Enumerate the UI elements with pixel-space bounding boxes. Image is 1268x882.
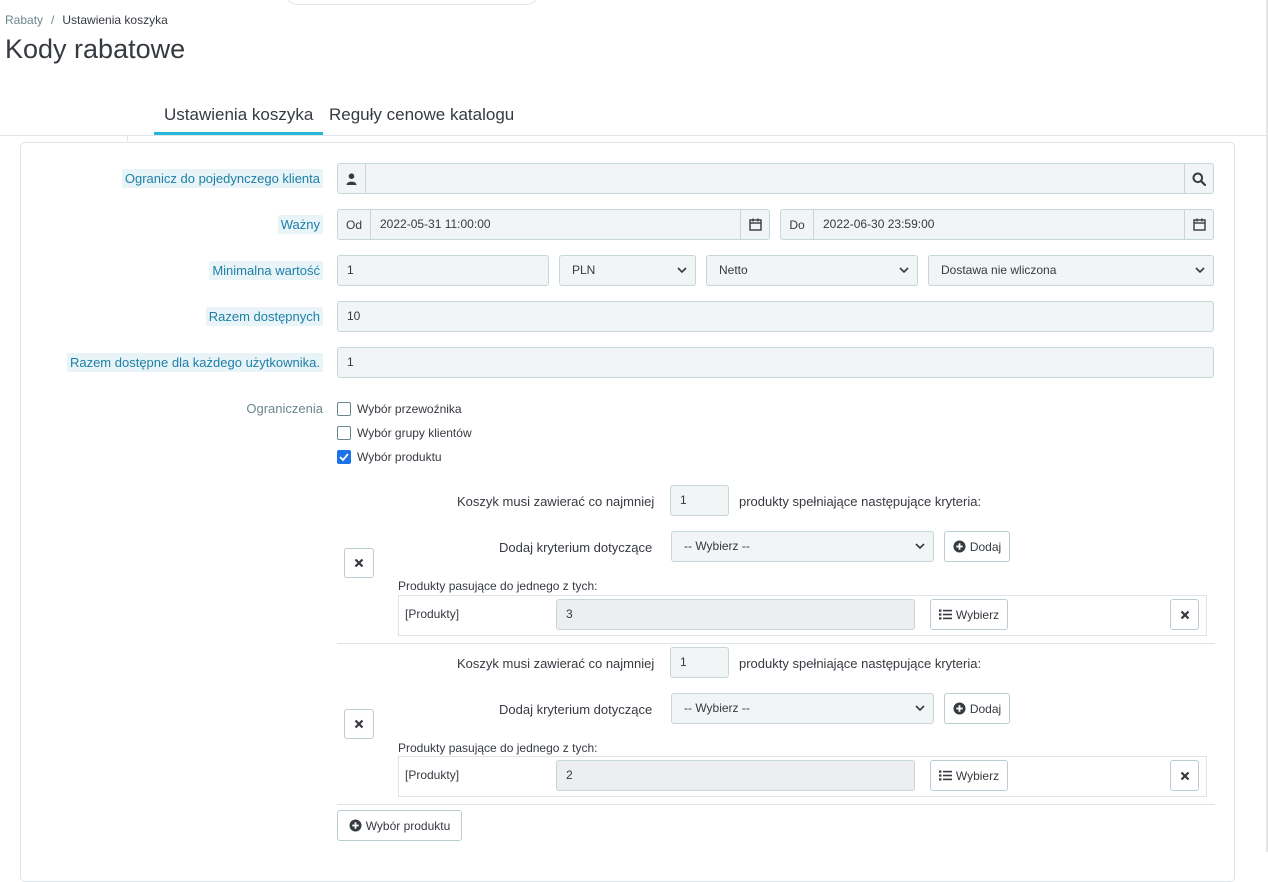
add-rule-button-label: Dodaj xyxy=(969,539,1002,554)
rule-type-select-value: -- Wybierz -- xyxy=(684,539,750,553)
match-label: Produkty pasujące do jednego z tych: xyxy=(398,579,598,593)
rule-count-field: 2 xyxy=(556,760,915,791)
min-amount-input[interactable]: 1 xyxy=(337,255,549,286)
restrictions-label: Ograniczenia xyxy=(246,401,323,416)
tax-select-value: Netto xyxy=(719,263,748,277)
currency-select-value: PLN xyxy=(572,263,596,277)
choose-products-label: Wybierz xyxy=(955,607,1000,622)
customer-label: Ogranicz do pojedynczego klienta xyxy=(121,169,323,189)
chevron-down-icon xyxy=(677,267,687,274)
restriction-group-checkbox[interactable]: Wybór grupy klientów xyxy=(337,424,472,442)
tabs-divider xyxy=(0,135,1268,136)
match-label: Produkty pasujące do jednego z tych: xyxy=(398,741,598,755)
calendar-icon[interactable] xyxy=(740,209,770,240)
close-icon xyxy=(354,558,364,568)
per-user-input[interactable]: 1 xyxy=(337,347,1214,378)
rule-type-select-value: -- Wybierz -- xyxy=(684,701,750,715)
breadcrumb-separator: / xyxy=(51,13,55,27)
restriction-carrier-label: Wybór przewoźnika xyxy=(357,402,462,416)
checkbox-unchecked-icon xyxy=(337,402,351,416)
total-available-label: Razem dostępnych xyxy=(205,307,323,327)
list-icon xyxy=(938,770,952,781)
cart-min-prefix: Koszyk musi zawierać co najmniej xyxy=(457,494,655,509)
chevron-down-icon xyxy=(915,543,925,550)
restriction-product-label: Wybór produktu xyxy=(357,450,442,464)
currency-select[interactable]: PLN xyxy=(559,255,696,286)
group-quantity-input[interactable]: 1 xyxy=(670,647,729,678)
date-from-prefix: Od xyxy=(337,209,371,240)
list-icon xyxy=(938,609,952,620)
shipping-select-value: Dostawa nie wliczona xyxy=(941,263,1057,277)
top-search-bar[interactable] xyxy=(286,0,538,5)
add-rule-button[interactable]: Dodaj xyxy=(944,531,1010,562)
cart-min-suffix: produkty spełniające następujące kryteri… xyxy=(739,656,982,671)
add-rule-button[interactable]: Dodaj xyxy=(944,693,1010,724)
plus-circle-icon xyxy=(953,702,966,715)
tab-cart-rules[interactable]: Ustawienia koszyka xyxy=(154,102,324,135)
remove-group-button[interactable] xyxy=(344,548,374,578)
tax-select[interactable]: Netto xyxy=(706,255,918,286)
rule-type-text: [Produkty] xyxy=(405,607,460,621)
group-divider xyxy=(337,643,1215,644)
date-from-input[interactable]: 2022-05-31 11:00:00 xyxy=(370,209,741,240)
remove-group-button[interactable] xyxy=(344,709,374,739)
chevron-down-icon xyxy=(899,267,909,274)
group-quantity-input[interactable]: 1 xyxy=(670,485,729,516)
rule-type-select[interactable]: -- Wybierz -- xyxy=(671,531,934,562)
checkbox-unchecked-icon xyxy=(337,426,351,440)
search-icon[interactable] xyxy=(1184,163,1214,194)
chevron-down-icon xyxy=(1195,267,1205,274)
calendar-icon[interactable] xyxy=(1184,209,1214,240)
plus-circle-icon xyxy=(349,819,362,832)
close-icon xyxy=(1180,610,1189,619)
date-to-input[interactable]: 2022-06-30 23:59:00 xyxy=(813,209,1185,240)
checkmark-icon xyxy=(337,450,351,464)
breadcrumb: Rabaty / Ustawienia koszyka xyxy=(5,13,168,27)
choose-products-button[interactable]: Wybierz xyxy=(930,599,1008,630)
add-product-selection-button[interactable]: Wybór produktu xyxy=(337,810,462,841)
remove-rule-button[interactable] xyxy=(1170,599,1199,630)
add-rule-label: Dodaj kryterium dotyczące xyxy=(499,702,653,717)
rule-type-select[interactable]: -- Wybierz -- xyxy=(671,693,934,724)
add-rule-button-label: Dodaj xyxy=(969,701,1002,716)
add-rule-label: Dodaj kryterium dotyczące xyxy=(499,540,653,555)
restriction-product-checkbox[interactable]: Wybór produktu xyxy=(337,448,442,466)
restriction-group-label: Wybór grupy klientów xyxy=(357,426,472,440)
choose-products-button[interactable]: Wybierz xyxy=(930,760,1008,791)
cart-min-suffix: produkty spełniające następujące kryteri… xyxy=(739,494,982,509)
per-user-label: Razem dostępne dla każdego użytkownika. xyxy=(66,353,323,373)
group-divider xyxy=(337,804,1215,805)
valid-label: Ważny xyxy=(277,215,323,235)
remove-rule-button[interactable] xyxy=(1170,760,1199,791)
breadcrumb-parent[interactable]: Rabaty xyxy=(5,13,43,27)
date-to-prefix: Do xyxy=(780,209,814,240)
rule-count-field: 3 xyxy=(556,599,915,630)
breadcrumb-current: Ustawienia koszyka xyxy=(62,13,168,27)
add-product-selection-label: Wybór produktu xyxy=(365,818,451,833)
cart-min-prefix: Koszyk musi zawierać co najmniej xyxy=(457,656,655,671)
min-amount-label: Minimalna wartość xyxy=(209,261,323,281)
shipping-select[interactable]: Dostawa nie wliczona xyxy=(928,255,1214,286)
plus-circle-icon xyxy=(953,540,966,553)
rule-type-text: [Produkty] xyxy=(405,768,460,782)
tab-catalog-price-rules[interactable]: Reguły cenowe katalogu xyxy=(319,102,524,135)
page-title: Kody rabatowe xyxy=(5,34,186,64)
chevron-down-icon xyxy=(915,705,925,712)
total-available-input[interactable]: 10 xyxy=(337,301,1214,332)
tabs-notch xyxy=(127,135,128,141)
restriction-carrier-checkbox[interactable]: Wybór przewoźnika xyxy=(337,400,462,418)
close-icon xyxy=(1180,771,1189,780)
user-icon xyxy=(337,163,366,194)
close-icon xyxy=(354,719,364,729)
choose-products-label: Wybierz xyxy=(955,768,1000,783)
customer-search-input[interactable] xyxy=(365,163,1185,194)
